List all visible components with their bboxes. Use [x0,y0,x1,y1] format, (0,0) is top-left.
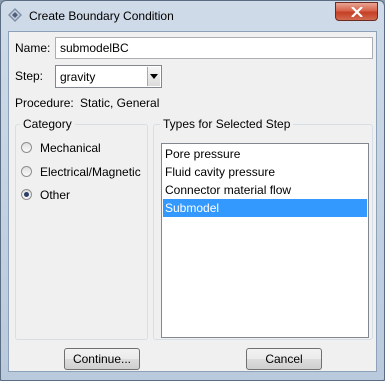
list-item-pore-pressure[interactable]: Pore pressure [163,145,367,163]
step-value: gravity [60,70,96,84]
list-item-fluid-cavity-pressure[interactable]: Fluid cavity pressure [163,163,367,181]
types-listbox[interactable]: Pore pressure Fluid cavity pressure Conn… [161,143,369,338]
continue-button[interactable]: Continue... [64,348,140,370]
name-input[interactable]: submodelBC [55,37,373,59]
cancel-button[interactable]: Cancel [246,348,322,370]
abaqus-app-icon [8,8,22,22]
list-item-submodel[interactable]: Submodel [163,199,367,217]
radio-label: Electrical/Magnetic [40,165,141,179]
list-item-connector-material-flow[interactable]: Connector material flow [163,181,367,199]
procedure-value: Static, General [80,96,160,110]
types-group: Types for Selected Step Pore pressure Fl… [153,117,373,340]
window-title: Create Boundary Condition [29,9,174,23]
radio-button-icon[interactable] [21,189,32,200]
category-title: Category [20,117,75,131]
close-icon [351,7,363,17]
radio-button-icon[interactable] [21,166,32,177]
dialog-window: Create Boundary Condition Name: submodel… [0,0,385,381]
dialog-body: Name: submodelBC Step: gravity Procedure… [8,31,377,372]
types-title: Types for Selected Step [160,117,294,131]
close-button[interactable] [335,2,378,21]
step-label: Step: [15,69,44,83]
name-label: Name: [15,41,51,55]
title-bar[interactable]: Create Boundary Condition [1,1,384,31]
radio-label: Mechanical [40,141,101,155]
radio-button-icon[interactable] [21,142,32,153]
step-dropdown[interactable]: gravity [55,65,162,88]
procedure-label: Procedure: [15,96,74,110]
chevron-down-icon [150,74,158,79]
category-group: Category Mechanical Electrical/Magnetic … [15,117,148,340]
dropdown-button[interactable] [147,67,160,86]
radio-label: Other [40,188,71,202]
